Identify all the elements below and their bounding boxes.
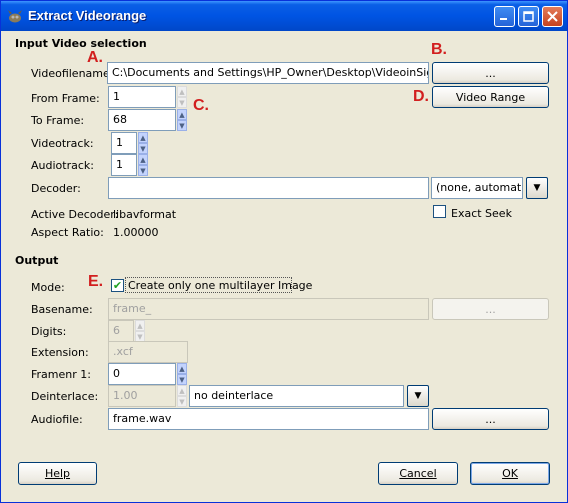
annotation-c: C. [193, 97, 209, 114]
videotrack-label: Videotrack: [31, 137, 94, 150]
audiotrack-input[interactable]: 1 [111, 154, 137, 176]
multilayer-checkbox[interactable]: ✔ [111, 279, 124, 292]
basename-browse-button[interactable]: ... [432, 298, 549, 320]
spin-up-icon[interactable]: ▲ [177, 363, 187, 374]
extension-input[interactable]: .xcf [108, 341, 188, 363]
maximize-button[interactable] [518, 6, 539, 27]
spin-up-icon[interactable]: ▲ [138, 154, 148, 165]
checkmark-icon: ✔ [112, 279, 123, 292]
to-frame-spinner[interactable]: ▲ ▼ [177, 109, 187, 131]
spin-up-icon[interactable]: ▲ [177, 86, 187, 97]
deinterlace-select[interactable]: no deinterlace [189, 385, 404, 407]
window-title: Extract Videorange [28, 8, 147, 23]
spin-down-icon[interactable]: ▼ [138, 165, 148, 176]
from-frame-input[interactable]: 1 [108, 86, 176, 108]
audiotrack-label: Audiotrack: [31, 159, 94, 172]
chevron-down-icon: ▼ [414, 391, 422, 401]
cancel-button-label: Cancel [399, 467, 437, 480]
spin-down-icon[interactable]: ▼ [177, 120, 187, 131]
aspect-ratio-label: Aspect Ratio: [31, 226, 104, 239]
spin-down-icon[interactable]: ▼ [177, 97, 187, 108]
basename-input[interactable]: frame_ [108, 298, 429, 320]
video-range-button[interactable]: Video Range [432, 86, 549, 108]
title-bar[interactable]: Extract Videorange [1, 1, 567, 31]
annotation-d: D. [413, 88, 429, 105]
spin-down-icon[interactable]: ▼ [177, 396, 187, 407]
framenr-input[interactable]: 0 [108, 363, 176, 385]
dialog-window: Extract Videorange Input Video selection… [0, 0, 568, 503]
aspect-ratio-value: 1.00000 [113, 226, 159, 239]
from-frame-label: From Frame: [31, 92, 100, 105]
deinterlace-spinner[interactable]: ▲ ▼ [177, 385, 187, 407]
videofilename-label: Videofilename: [31, 67, 114, 80]
spin-up-icon[interactable]: ▲ [138, 132, 148, 143]
decoder-dropdown-button[interactable]: ▼ [526, 177, 548, 199]
close-icon [547, 11, 558, 22]
spin-up-icon[interactable]: ▲ [177, 109, 187, 120]
extension-label: Extension: [31, 346, 89, 359]
deinterlace-threshold-input[interactable]: 1.00 [108, 385, 176, 407]
videotrack-input[interactable]: 1 [111, 132, 137, 154]
digits-spinner[interactable]: ▲ ▼ [135, 320, 145, 342]
deinterlace-dropdown-button[interactable]: ▼ [407, 385, 429, 407]
decoder-input[interactable] [108, 177, 429, 199]
spin-up-icon[interactable]: ▲ [177, 385, 187, 396]
help-button[interactable]: Help [18, 462, 97, 485]
deinterlace-label: Deinterlace: [31, 390, 99, 403]
framenr-label: Framenr 1: [31, 368, 91, 381]
gimp-icon [8, 10, 22, 23]
basename-label: Basename: [31, 303, 93, 316]
to-frame-input[interactable]: 68 [108, 109, 176, 131]
from-frame-spinner[interactable]: ▲ ▼ [177, 86, 187, 108]
cancel-button[interactable]: Cancel [378, 462, 458, 485]
dialog-content: Input Video selection Videofilename: C:\… [5, 31, 563, 499]
annotation-b: B. [431, 41, 447, 58]
minimize-button[interactable] [494, 6, 515, 27]
audiofile-browse-button[interactable]: ... [432, 408, 549, 430]
annotation-a: A. [87, 49, 103, 66]
help-button-label: Help [44, 467, 71, 480]
minimize-icon [500, 18, 507, 20]
spin-down-icon[interactable]: ▼ [138, 143, 148, 154]
exact-seek-checkbox[interactable] [433, 205, 446, 218]
audiofile-label: Audiofile: [31, 413, 83, 426]
close-button[interactable] [542, 6, 563, 27]
decoder-label: Decoder: [31, 182, 81, 195]
decoder-select[interactable]: (none, automatic) [431, 177, 523, 199]
videofilename-input[interactable]: C:\Documents and Settings\HP_Owner\Deskt… [107, 62, 429, 84]
audiotrack-spinner[interactable]: ▲ ▼ [138, 154, 148, 176]
multilayer-label[interactable]: Create only one multilayer Image [128, 279, 312, 292]
maximize-icon [523, 11, 534, 22]
active-decoder-label: Active Decoder: [31, 208, 119, 221]
active-decoder-value: libavformat [113, 208, 177, 221]
framenr-spinner[interactable]: ▲ ▼ [177, 363, 187, 385]
to-frame-label: To Frame: [31, 114, 85, 127]
spin-up-icon[interactable]: ▲ [135, 320, 145, 331]
audiofile-input[interactable]: frame.wav [108, 408, 429, 430]
mode-label: Mode: [31, 281, 65, 294]
annotation-e: E. [88, 273, 104, 290]
input-section-title: Input Video selection [15, 37, 147, 50]
ok-button[interactable]: OK [470, 462, 550, 485]
ok-button-label: OK [502, 467, 518, 480]
video-browse-button[interactable]: ... [432, 62, 549, 84]
chevron-down-icon: ▼ [533, 183, 541, 193]
digits-label: Digits: [31, 325, 67, 338]
spin-down-icon[interactable]: ▼ [177, 374, 187, 385]
exact-seek-label[interactable]: Exact Seek [451, 207, 512, 220]
output-section-title: Output [15, 254, 59, 267]
videotrack-spinner[interactable]: ▲ ▼ [138, 132, 148, 154]
digits-input[interactable]: 6 [108, 320, 134, 342]
